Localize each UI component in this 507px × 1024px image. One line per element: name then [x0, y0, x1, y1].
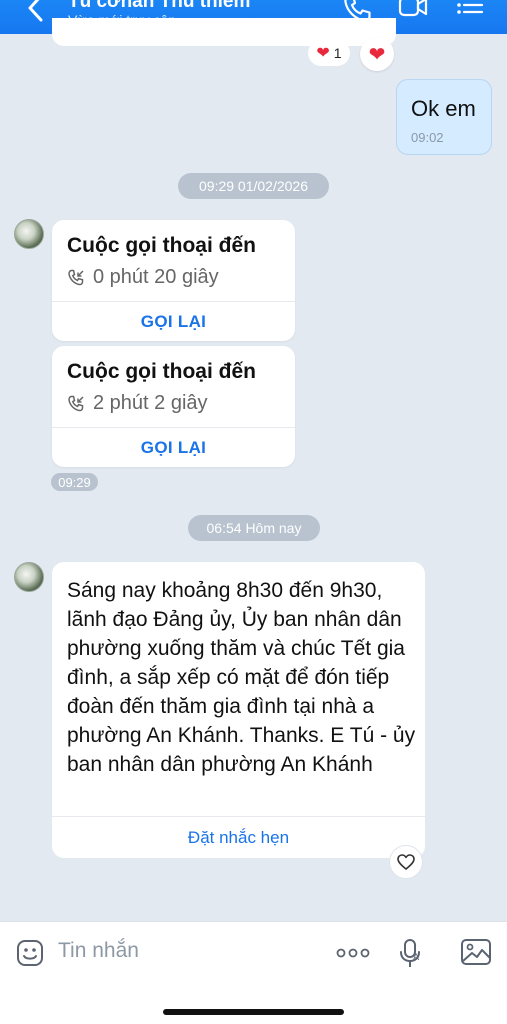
call-back-button[interactable]: GỌI LẠI — [52, 302, 295, 341]
date-separator: 06:54 Hôm nay — [188, 515, 320, 541]
message-time: 09:02 — [411, 130, 444, 145]
avatar[interactable] — [14, 219, 44, 249]
heart-icon: ❤ — [368, 43, 386, 66]
voice-icon[interactable]: A — [398, 938, 424, 970]
back-arrow-icon[interactable] — [22, 0, 50, 28]
svg-text:A: A — [413, 953, 420, 963]
call-duration-row: 0 phút 20 giây — [67, 266, 219, 289]
call-back-button[interactable]: GỌI LẠI — [52, 428, 295, 467]
avatar[interactable] — [14, 562, 44, 592]
more-options-icon[interactable] — [336, 944, 370, 962]
message-time-badge: 09:29 — [51, 473, 98, 491]
call-card[interactable]: Cuộc gọi thoại đến 2 phút 2 giây GỌI LẠI — [52, 346, 295, 467]
call-title: Cuộc gọi thoại đến — [67, 234, 256, 257]
heart-reaction-button[interactable]: ❤ — [360, 37, 394, 71]
set-reminder-button[interactable]: Đặt nhắc hẹn — [52, 817, 425, 858]
outgoing-message-bubble[interactable]: Ok em 09:02 — [396, 79, 492, 155]
heart-icon: ❤ — [316, 45, 330, 62]
message-input[interactable]: Tin nhắn — [58, 939, 139, 963]
call-card[interactable]: Cuộc gọi thoại đến 0 phút 20 giây GỌI LẠ… — [52, 220, 295, 341]
call-duration-row: 2 phút 2 giây — [67, 392, 208, 415]
like-reaction-button[interactable] — [389, 845, 423, 879]
reaction-count-badge[interactable]: ❤ 1 — [308, 40, 350, 66]
video-call-icon[interactable] — [398, 0, 428, 24]
incoming-call-icon — [68, 395, 84, 411]
menu-icon[interactable] — [455, 0, 485, 24]
incoming-call-icon — [68, 269, 84, 285]
reaction-count: 1 — [333, 45, 342, 61]
image-icon[interactable] — [460, 938, 492, 966]
like-heart-icon — [397, 854, 415, 870]
call-title: Cuộc gọi thoại đến — [67, 360, 256, 383]
home-indicator[interactable] — [163, 1009, 344, 1015]
message-text: Sáng nay khoảng 8h30 đến 9h30, lãnh đạo … — [67, 579, 416, 776]
call-duration: 0 phút 20 giây — [93, 266, 219, 288]
emoji-icon[interactable] — [16, 939, 44, 967]
incoming-message-bubble[interactable]: Sáng nay khoảng 8h30 đến 9h30, lãnh đạo … — [52, 562, 425, 858]
call-duration: 2 phút 2 giây — [93, 392, 208, 414]
message-text: Ok em — [411, 96, 476, 121]
date-separator: 09:29 01/02/2026 — [178, 173, 329, 199]
